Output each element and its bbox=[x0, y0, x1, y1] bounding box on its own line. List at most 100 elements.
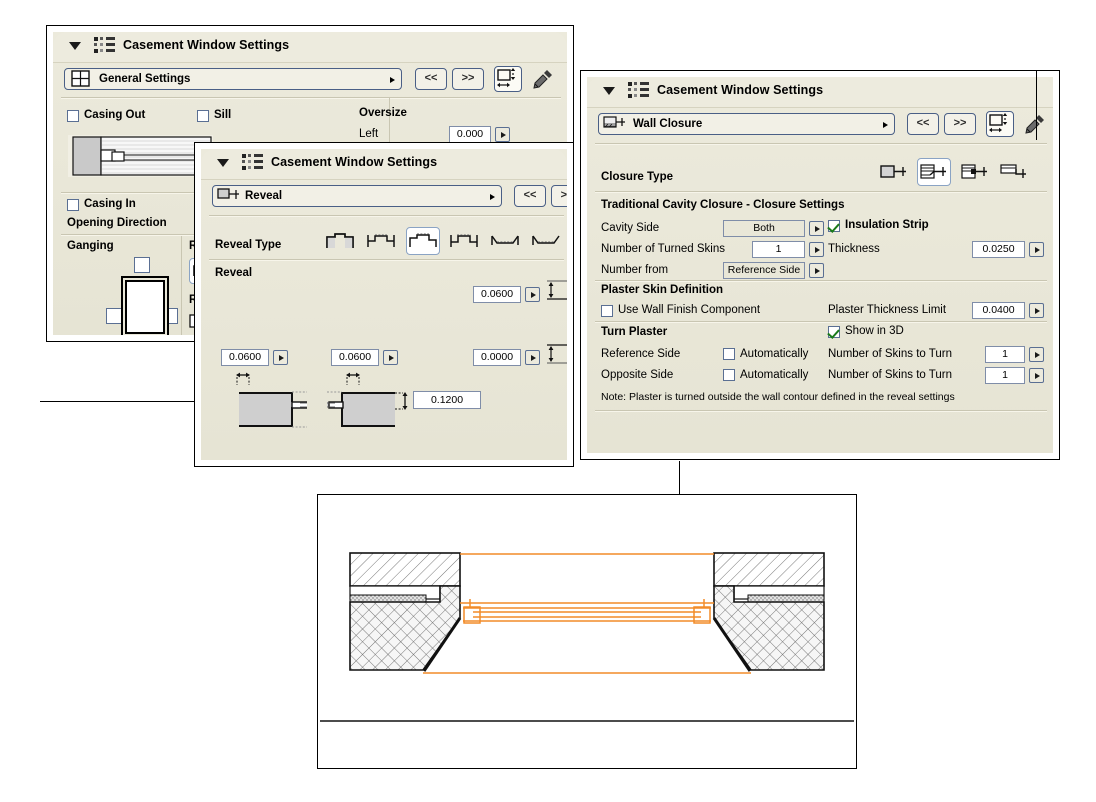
turned-skins-field[interactable]: 1 bbox=[752, 241, 805, 258]
divider-2 bbox=[209, 259, 564, 261]
number-from-field[interactable]: Reference Side bbox=[723, 262, 805, 279]
thickness-spinner[interactable] bbox=[1029, 242, 1044, 257]
settings-matrix-icon bbox=[241, 153, 265, 175]
window-grid-icon bbox=[68, 70, 94, 87]
plaster-thickness-limit-label: Plaster Thickness Limit bbox=[828, 304, 947, 316]
opposite-side-skins-field[interactable]: 1 bbox=[985, 367, 1025, 384]
opposite-side-auto-label: Automatically bbox=[740, 369, 809, 381]
reveal-settings-body: Casement Window Settings Reveal << >> Re… bbox=[201, 149, 567, 460]
closure-type-label: Closure Type bbox=[601, 171, 673, 183]
left-reveal-field[interactable]: 0.0600 bbox=[221, 349, 269, 366]
reveal-type-option-0[interactable] bbox=[325, 231, 355, 253]
page-selector-reveal[interactable]: Reveal bbox=[212, 185, 502, 207]
collapse-triangle-icon[interactable] bbox=[603, 87, 615, 95]
closure-type-choices bbox=[879, 158, 1049, 189]
closure-type-option-1[interactable] bbox=[917, 158, 951, 186]
pipette-icon[interactable] bbox=[1023, 112, 1047, 136]
reference-side-skins-field[interactable]: 1 bbox=[985, 346, 1025, 363]
general-page-selector-row: General Settings << >> bbox=[53, 66, 567, 98]
depth-field[interactable]: 0.1200 bbox=[413, 391, 481, 409]
dropdown-arrow-icon[interactable] bbox=[490, 194, 495, 200]
oversize-left-field[interactable]: 0.000 bbox=[449, 126, 491, 143]
right-reveal-arrow-icon bbox=[344, 371, 362, 387]
divider-5 bbox=[595, 410, 1047, 412]
reveal-type-option-2[interactable] bbox=[406, 227, 440, 255]
thickness-label: Thickness bbox=[828, 243, 880, 255]
wall-closure-page-selector-row: Wall Closure << >> bbox=[587, 111, 1053, 143]
cavity-side-field[interactable]: Both bbox=[723, 220, 805, 237]
bottom-reveal-diagram-icon bbox=[545, 341, 567, 377]
top-reveal-spinner[interactable] bbox=[525, 287, 540, 302]
collapse-triangle-icon[interactable] bbox=[217, 159, 229, 167]
reveal-dialog-title: Casement Window Settings bbox=[271, 155, 438, 169]
page-selector-reveal-label: Reveal bbox=[245, 190, 283, 202]
resize-tool-button[interactable] bbox=[986, 111, 1014, 137]
window-section-preview[interactable] bbox=[317, 494, 857, 769]
reveal-type-option-5[interactable] bbox=[531, 231, 561, 253]
casing-in-checkbox[interactable] bbox=[67, 199, 79, 211]
casing-out-checkbox[interactable] bbox=[67, 110, 79, 122]
wall-closure-dialog[interactable]: Casement Window Settings Wall Closure <<… bbox=[580, 70, 1060, 460]
turned-skins-spinner[interactable] bbox=[809, 242, 824, 257]
page-selector-general[interactable]: General Settings bbox=[64, 68, 402, 90]
wall-closure-titlebar: Casement Window Settings bbox=[587, 77, 1053, 108]
reveal-type-option-1[interactable] bbox=[366, 231, 396, 253]
ganging-left-checkbox[interactable] bbox=[106, 308, 122, 324]
general-settings-titlebar: Casement Window Settings bbox=[53, 32, 567, 63]
prev-page-button[interactable]: << bbox=[907, 113, 939, 135]
reference-side-auto-checkbox[interactable] bbox=[723, 348, 735, 360]
reveal-type-label: Reveal Type bbox=[215, 239, 282, 251]
reveal-type-option-3[interactable] bbox=[449, 231, 479, 253]
opposite-side-skins-spinner[interactable] bbox=[1029, 368, 1044, 383]
ganging-top-checkbox[interactable] bbox=[134, 257, 150, 273]
dropdown-arrow-icon[interactable] bbox=[390, 77, 395, 83]
cavity-side-spinner[interactable] bbox=[809, 221, 824, 236]
oversize-title: Oversize bbox=[359, 107, 407, 119]
sill-checkbox[interactable] bbox=[197, 110, 209, 122]
left-reveal-spinner[interactable] bbox=[273, 350, 288, 365]
collapse-triangle-icon[interactable] bbox=[69, 42, 81, 50]
reveal-titlebar: Casement Window Settings bbox=[201, 149, 567, 180]
left-reveal-arrow-icon bbox=[234, 371, 252, 387]
casing-in-label: Casing In bbox=[84, 198, 136, 210]
wall-closure-icon bbox=[602, 115, 628, 132]
closure-type-option-0[interactable] bbox=[879, 162, 909, 184]
connector-line bbox=[679, 461, 680, 495]
ganging-window-shape bbox=[125, 280, 165, 334]
pipette-icon[interactable] bbox=[531, 67, 555, 91]
next-page-button[interactable]: >> bbox=[452, 68, 484, 90]
reveal-type-choices bbox=[325, 227, 567, 257]
opposite-side-auto-checkbox[interactable] bbox=[723, 369, 735, 381]
next-page-button[interactable]: >> bbox=[551, 185, 567, 207]
reveal-type-option-4[interactable] bbox=[490, 231, 520, 253]
plaster-thickness-limit-spinner[interactable] bbox=[1029, 303, 1044, 318]
oversize-left-spinner[interactable] bbox=[495, 127, 510, 142]
cavity-side-label: Cavity Side bbox=[601, 222, 660, 234]
prev-page-button[interactable]: << bbox=[415, 68, 447, 90]
use-wall-finish-checkbox[interactable] bbox=[601, 305, 613, 317]
right-reveal-spinner[interactable] bbox=[383, 350, 398, 365]
thickness-field[interactable]: 0.0250 bbox=[972, 241, 1025, 258]
page-selector-wall-closure-label: Wall Closure bbox=[633, 118, 703, 130]
plaster-thickness-limit-field[interactable]: 0.0400 bbox=[972, 302, 1025, 319]
divider-2 bbox=[595, 191, 1047, 193]
resize-tool-button[interactable] bbox=[494, 66, 522, 92]
dropdown-arrow-icon[interactable] bbox=[883, 122, 888, 128]
reference-side-label: Reference Side bbox=[601, 348, 681, 360]
page-selector-wall-closure[interactable]: Wall Closure bbox=[598, 113, 895, 135]
plaster-note: Note: Plaster is turned outside the wall… bbox=[601, 391, 955, 403]
number-from-spinner[interactable] bbox=[809, 263, 824, 278]
show-in-3d-checkbox[interactable] bbox=[828, 326, 840, 338]
insulation-strip-checkbox[interactable] bbox=[828, 220, 840, 232]
closure-type-option-3[interactable] bbox=[999, 162, 1029, 184]
reveal-settings-dialog[interactable]: Casement Window Settings Reveal << >> Re… bbox=[194, 142, 574, 467]
bottom-reveal-spinner[interactable] bbox=[525, 350, 540, 365]
prev-page-button[interactable]: << bbox=[514, 185, 546, 207]
top-reveal-field[interactable]: 0.0600 bbox=[473, 286, 521, 303]
closure-type-option-2[interactable] bbox=[960, 162, 990, 184]
reference-side-skins-label: Number of Skins to Turn bbox=[828, 348, 952, 360]
bottom-reveal-field[interactable]: 0.0000 bbox=[473, 349, 521, 366]
reference-side-skins-spinner[interactable] bbox=[1029, 347, 1044, 362]
right-reveal-field[interactable]: 0.0600 bbox=[331, 349, 379, 366]
next-page-button[interactable]: >> bbox=[944, 113, 976, 135]
